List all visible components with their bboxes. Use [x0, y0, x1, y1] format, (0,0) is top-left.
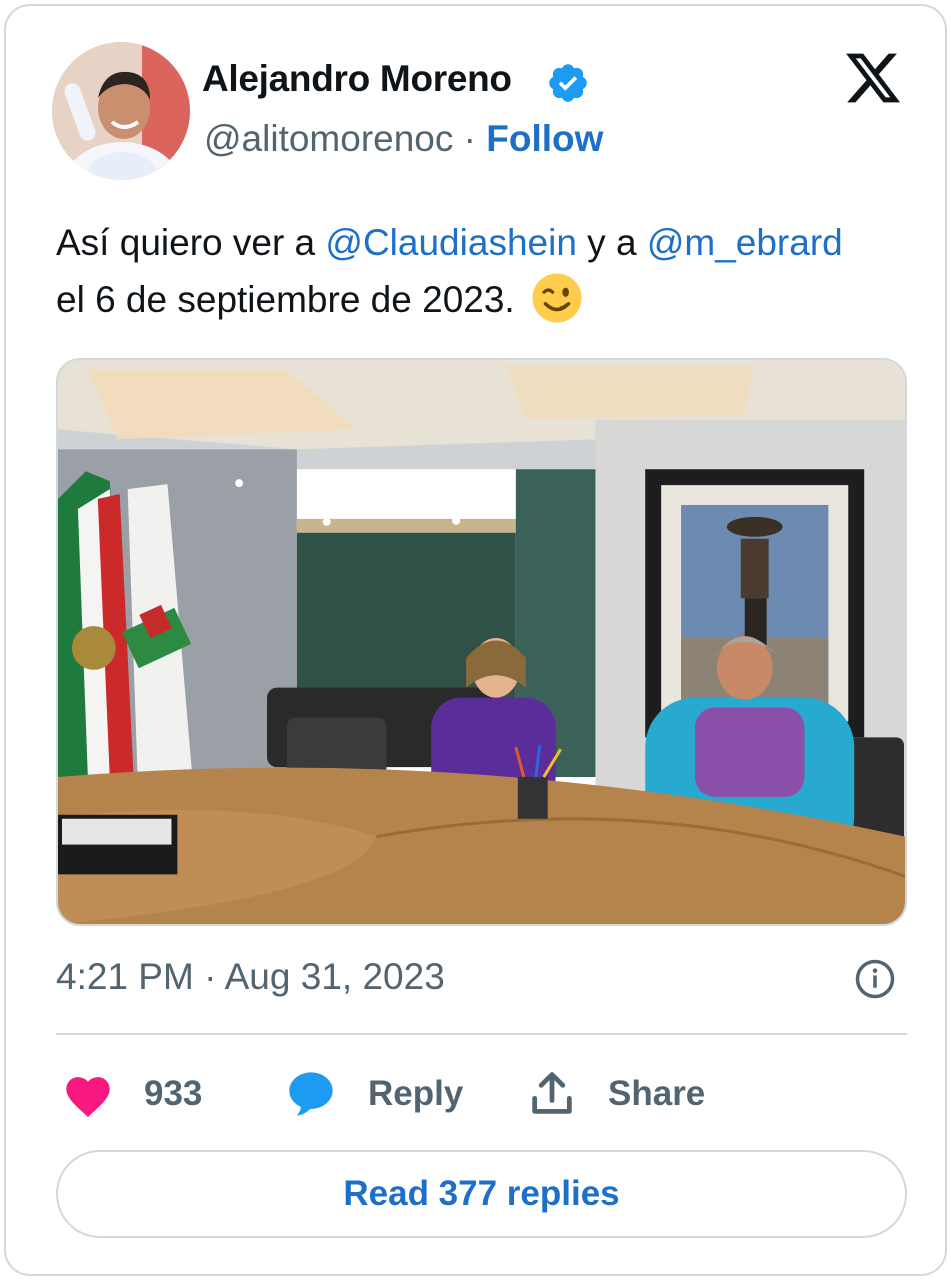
tweet-text-part: el 6 de septiembre de 2023. — [56, 279, 515, 320]
author-name[interactable]: Alejandro Moreno — [202, 58, 512, 100]
x-logo-icon[interactable] — [842, 48, 904, 108]
heart-icon — [66, 1077, 110, 1117]
tweet-text-part: Así quiero ver a — [56, 222, 326, 263]
author-handle-line: @alitomorenoc · Follow — [204, 118, 603, 160]
like-count: 933 — [144, 1074, 203, 1113]
tweet-timestamp[interactable]: 4:21 PM · Aug 31, 2023 — [56, 956, 445, 998]
like-button[interactable]: 933 — [62, 1066, 202, 1122]
handle-separator: · — [463, 118, 476, 159]
read-replies-button[interactable]: Read 377 replies — [56, 1150, 907, 1238]
mention-claudiashein[interactable]: @Claudiashein — [325, 222, 576, 263]
tweet-card: Alejandro Moreno @alitomorenoc · Follow … — [4, 4, 947, 1276]
tweet-text-part: y a — [576, 222, 647, 263]
share-button[interactable]: Share — [526, 1066, 705, 1122]
reply-label: Reply — [368, 1074, 464, 1113]
reply-bubble-icon — [289, 1072, 333, 1116]
author-handle[interactable]: @alitomorenoc — [204, 118, 453, 159]
winking-face-emoji-icon — [532, 273, 582, 323]
share-label: Share — [608, 1074, 706, 1113]
reply-button[interactable]: Reply — [284, 1066, 463, 1122]
tweet-text: Así quiero ver a @Claudiashein y a @m_eb… — [56, 214, 926, 328]
follow-button[interactable]: Follow — [486, 118, 603, 159]
divider — [56, 1033, 907, 1035]
mention-m-ebrard[interactable]: @m_ebrard — [647, 222, 843, 263]
tweet-photo[interactable] — [56, 358, 907, 926]
info-icon[interactable] — [854, 958, 896, 1000]
verified-badge-icon — [549, 64, 587, 102]
author-avatar[interactable] — [52, 42, 190, 180]
share-upload-icon — [532, 1072, 572, 1114]
